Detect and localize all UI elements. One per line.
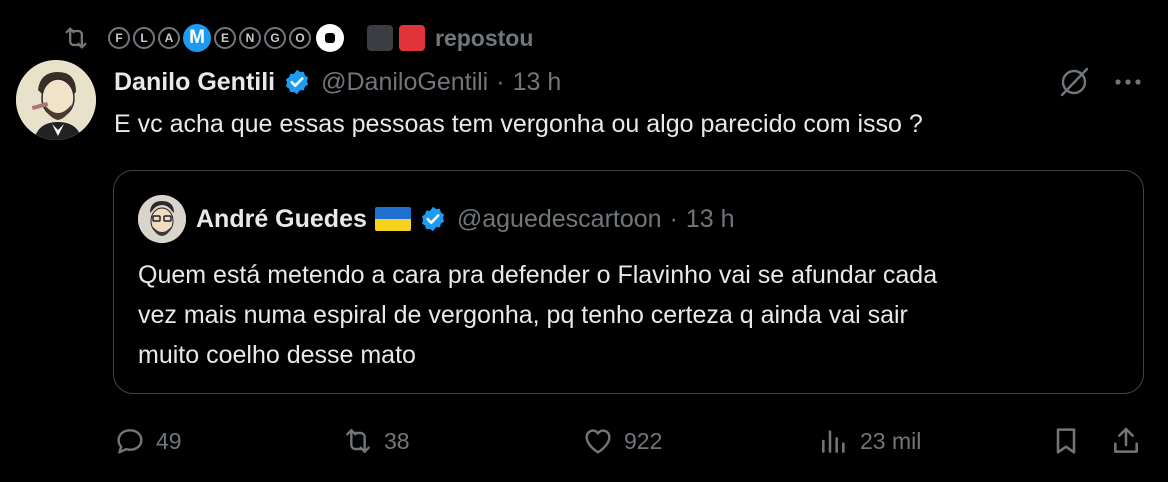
quote-author-avatar[interactable] <box>138 195 186 243</box>
reply-count: 49 <box>156 427 182 454</box>
verified-badge-icon[interactable] <box>419 205 447 233</box>
red-square-icon <box>399 25 425 51</box>
repost-count: 38 <box>384 427 410 454</box>
author-name[interactable]: Danilo Gentili <box>114 68 275 97</box>
soccer-ball-icon <box>316 24 344 52</box>
separator-dot: · <box>496 67 505 96</box>
action-bar: 49 38 922 23 mil <box>0 418 1168 464</box>
quote-timestamp[interactable]: 13 h <box>686 205 735 234</box>
repost-indicator[interactable]: F L A M E N G O repostou <box>62 20 533 56</box>
black-square-icon <box>367 25 393 51</box>
ukraine-flag-icon <box>374 207 411 231</box>
author-avatar[interactable] <box>16 60 96 140</box>
reply-icon <box>117 429 143 454</box>
more-options-icon[interactable] <box>1110 70 1146 94</box>
bookmark-icon <box>1056 428 1076 454</box>
reply-button[interactable]: 49 <box>114 418 182 464</box>
verified-badge-icon[interactable] <box>283 68 311 96</box>
grok-icon[interactable] <box>1056 64 1092 100</box>
bookmark-button[interactable] <box>1050 418 1082 464</box>
quote-header: André Guedes @aguedescartoon · 13 h <box>196 199 735 239</box>
tweet-text: E vc acha que essas pessoas tem vergonha… <box>114 110 923 138</box>
quote-author-name[interactable]: André Guedes <box>196 205 367 234</box>
name-letter: M <box>183 24 211 52</box>
separator-dot: · <box>669 204 678 233</box>
name-letter: F <box>108 27 130 49</box>
name-letter: E <box>214 27 236 49</box>
quote-text: Quem está metendo a cara pra defender o … <box>138 255 1128 375</box>
repost-button[interactable]: 38 <box>342 418 410 464</box>
repost-icon <box>65 27 87 49</box>
like-count: 922 <box>624 427 663 454</box>
like-button[interactable]: 922 <box>582 418 662 464</box>
repost-icon <box>346 429 370 453</box>
heart-icon <box>585 429 611 454</box>
name-letter: A <box>158 27 180 49</box>
share-icon <box>1114 427 1138 453</box>
tweet-timestamp[interactable]: 13 h <box>513 68 562 97</box>
quote-text-line: muito coelho desse mato <box>138 341 416 369</box>
name-letter: G <box>264 27 286 49</box>
quote-text-line: Quem está metendo a cara pra defender o … <box>138 261 938 289</box>
quoted-tweet[interactable]: André Guedes @aguedescartoon · 13 h Quem… <box>113 170 1144 394</box>
author-handle[interactable]: @DaniloGentili <box>321 68 488 97</box>
repost-label: repostou <box>435 24 534 51</box>
name-letter: N <box>239 27 261 49</box>
quote-author-handle[interactable]: @aguedescartoon <box>457 205 662 234</box>
quote-text-line: vez mais numa espiral de vergonha, pq te… <box>138 301 908 329</box>
share-button[interactable] <box>1110 418 1142 464</box>
tweet-header: Danilo Gentili @DaniloGentili · 13 h <box>114 62 561 102</box>
view-count: 23 mil <box>860 427 922 454</box>
views-chart-icon <box>822 430 845 453</box>
views-button[interactable]: 23 mil <box>818 418 921 464</box>
name-letter: L <box>133 27 155 49</box>
reposter-name[interactable]: F L A M E N G O <box>108 24 425 52</box>
name-letter: O <box>289 27 311 49</box>
